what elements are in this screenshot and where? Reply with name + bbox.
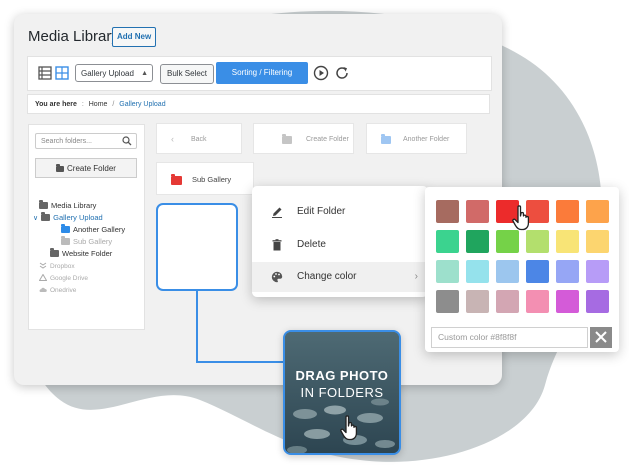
drag-photo-line1: DRAG PHOTO [295,368,389,383]
color-swatch[interactable] [466,260,489,283]
color-swatch[interactable] [526,230,549,253]
drop-target-box[interactable] [156,203,238,291]
hand-cursor-icon [340,415,358,441]
color-swatch[interactable] [586,290,609,313]
color-swatch[interactable] [436,260,459,283]
drag-photo-card[interactable]: DRAG PHOTO IN FOLDERS [283,330,401,455]
color-swatch[interactable] [526,290,549,313]
delete-label: Delete [297,239,326,250]
color-swatch[interactable] [556,200,579,223]
color-swatch[interactable] [466,200,489,223]
color-swatch[interactable] [556,230,579,253]
chevron-right-icon: › [414,271,418,282]
trash-icon [272,239,282,251]
color-swatch[interactable] [466,230,489,253]
custom-color-input[interactable]: Custom color #8f8f8f [431,327,588,348]
color-swatch[interactable] [586,200,609,223]
color-swatch[interactable] [526,260,549,283]
menu-delete[interactable]: Delete [252,230,428,260]
color-swatch[interactable] [496,290,519,313]
color-swatch[interactable] [496,230,519,253]
color-swatch[interactable] [556,290,579,313]
color-swatch[interactable] [466,290,489,313]
menu-change-color[interactable]: Change color › [252,262,428,292]
color-swatch[interactable] [586,260,609,283]
pencil-icon [272,207,282,218]
color-swatch[interactable] [436,290,459,313]
color-swatch[interactable] [436,230,459,253]
palette-icon [271,271,283,283]
hand-cursor-icon [512,205,530,231]
color-swatch[interactable] [436,200,459,223]
color-swatch[interactable] [556,260,579,283]
custom-color-placeholder: Custom color #8f8f8f [438,332,517,342]
edit-folder-label: Edit Folder [297,206,346,217]
drag-photo-line2: IN FOLDERS [300,385,384,400]
change-color-label: Change color [297,271,357,282]
close-icon [595,331,607,343]
color-swatch[interactable] [586,230,609,253]
close-button[interactable] [590,327,612,348]
menu-edit-folder[interactable]: Edit Folder [252,197,428,227]
context-menu: Edit Folder Delete Change color › [252,186,428,297]
color-swatch[interactable] [496,260,519,283]
